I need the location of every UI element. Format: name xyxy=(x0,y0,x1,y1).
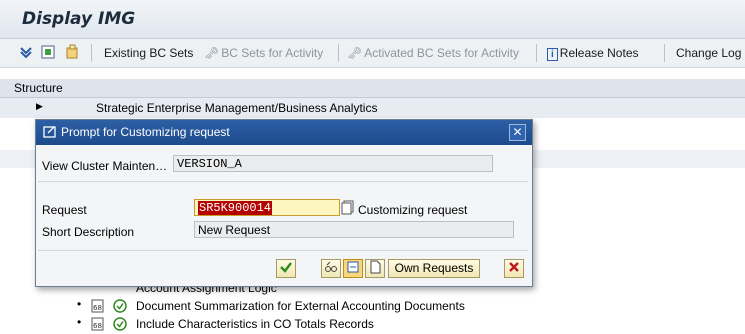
customizing-request-label: Customizing request xyxy=(358,203,468,217)
view-cluster-label: View Cluster Mainten… xyxy=(42,159,168,173)
tree-row-label: Strategic Enterprise Management/Business… xyxy=(96,101,378,115)
svg-text:68: 68 xyxy=(93,322,102,330)
dialog-divider xyxy=(38,250,528,251)
svg-text:68: 68 xyxy=(93,304,102,312)
bullet-icon: • xyxy=(77,315,82,329)
folder-icon[interactable] xyxy=(64,44,80,60)
glasses-icon xyxy=(325,261,337,272)
tree-row-label: Include Characteristics in CO Totals Rec… xyxy=(136,317,374,331)
short-description-field: New Request xyxy=(194,221,514,238)
request-icon xyxy=(347,261,359,273)
structure-header-label: Structure xyxy=(14,81,63,95)
cancel-icon xyxy=(509,262,519,272)
tree-row[interactable]: • 68 Document Summarization for External… xyxy=(0,297,745,315)
execute-clock-icon[interactable] xyxy=(113,299,127,316)
customizing-request-dialog: Prompt for Customizing request ✕ View Cl… xyxy=(35,119,533,287)
existing-bc-sets-button[interactable]: Existing BC Sets xyxy=(104,46,193,60)
bc-set-button[interactable] xyxy=(321,259,341,278)
title-bar: Display IMG xyxy=(0,0,745,39)
img-activity-icon[interactable]: 68 xyxy=(91,317,104,334)
page-title: Display IMG xyxy=(22,9,136,29)
cancel-button[interactable] xyxy=(504,259,524,278)
existing-bc-sets-label: Existing BC Sets xyxy=(104,46,194,60)
request-label: Request xyxy=(42,203,87,217)
blank-page-icon xyxy=(370,260,381,274)
request-value: SR5K900014 xyxy=(198,201,273,215)
collapse-icon[interactable] xyxy=(40,44,56,60)
dialog-title-bar: Prompt for Customizing request ✕ xyxy=(36,120,532,145)
release-notes-button[interactable]: i Release Notes xyxy=(547,46,639,61)
checkmark-icon xyxy=(280,262,292,273)
short-description-label: Short Description xyxy=(42,225,135,239)
create-request-button[interactable] xyxy=(343,259,363,278)
tree-row-label: Document Summarization for External Acco… xyxy=(136,299,465,313)
tree-row[interactable]: ▶ Strategic Enterprise Management/Busine… xyxy=(0,99,745,117)
expand-all-icon[interactable] xyxy=(18,44,34,60)
dialog-divider xyxy=(38,181,528,182)
value-help-icon[interactable] xyxy=(341,200,355,218)
bc-set-icon: 🗝 xyxy=(347,46,363,60)
own-requests-button[interactable]: Own Requests xyxy=(388,259,480,278)
toolbar-separator xyxy=(91,44,92,62)
new-document-button[interactable] xyxy=(365,259,385,278)
close-icon[interactable]: ✕ xyxy=(509,124,526,141)
execute-clock-icon[interactable] xyxy=(113,317,127,334)
confirm-button[interactable] xyxy=(276,259,296,278)
bullet-icon: • xyxy=(77,297,82,311)
activated-bc-sets-label: Activated BC Sets for Activity xyxy=(364,46,519,60)
info-icon: i xyxy=(547,48,558,61)
bc-sets-for-activity-button[interactable]: 🗝 BC Sets for Activity xyxy=(204,46,323,60)
tree-row[interactable]: • 68 Include Characteristics in CO Total… xyxy=(0,315,745,333)
bc-set-icon: 🗝 xyxy=(204,46,220,60)
own-requests-label: Own Requests xyxy=(394,261,474,275)
toolbar-separator xyxy=(664,44,665,62)
bc-sets-for-activity-label: BC Sets for Activity xyxy=(221,46,324,60)
toolbar-separator xyxy=(338,44,339,62)
release-notes-label: Release Notes xyxy=(559,46,639,60)
change-log-button[interactable]: Change Log xyxy=(676,46,741,60)
dialog-title: Prompt for Customizing request xyxy=(61,125,230,139)
change-log-label: Change Log xyxy=(676,46,742,60)
toolbar-separator xyxy=(536,44,537,62)
dialog-window-icon xyxy=(43,125,57,142)
expand-arrow-icon[interactable]: ▶ xyxy=(36,101,43,112)
view-cluster-field: VERSION_A xyxy=(173,155,493,172)
application-toolbar: Existing BC Sets 🗝 BC Sets for Activity 🗝… xyxy=(0,39,745,68)
structure-header: Structure xyxy=(0,79,745,98)
request-input[interactable]: SR5K900014 xyxy=(194,199,340,216)
dialog-button-bar: Own Requests xyxy=(36,256,532,286)
img-activity-icon[interactable]: 68 xyxy=(91,299,104,316)
activated-bc-sets-button[interactable]: 🗝 Activated BC Sets for Activity xyxy=(347,46,519,60)
